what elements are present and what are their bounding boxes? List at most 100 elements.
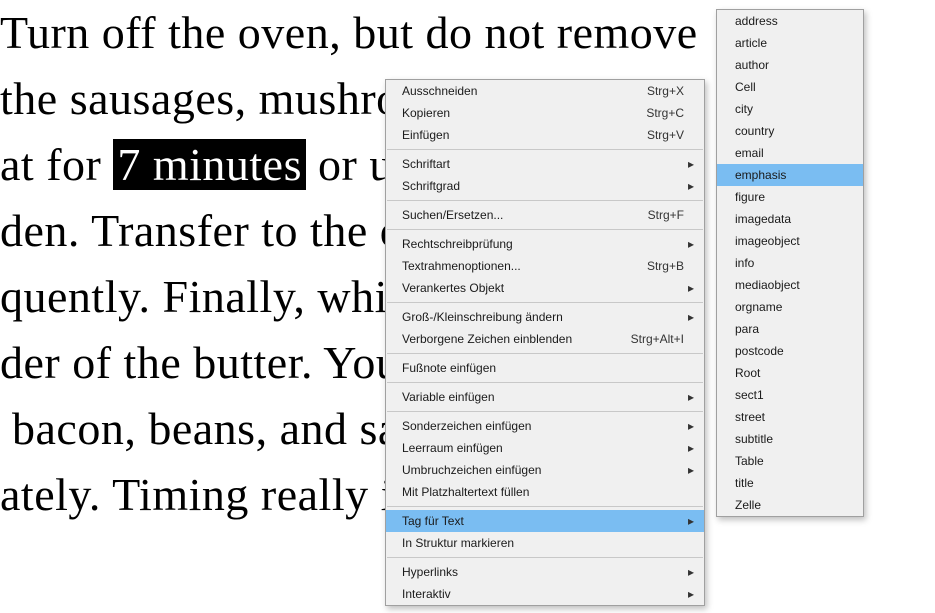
menu-item-label: Verborgene Zeichen einblenden: [402, 332, 607, 346]
submenu-item[interactable]: city: [717, 98, 863, 120]
menu-item-label: Schriftgrad: [402, 179, 684, 193]
menu-separator: [387, 411, 703, 412]
submenu-item-label: country: [735, 124, 851, 138]
menu-separator: [387, 149, 703, 150]
menu-item[interactable]: Umbruchzeichen einfügen▸: [386, 459, 704, 481]
submenu-arrow-icon: ▸: [684, 419, 694, 433]
submenu-arrow-icon: ▸: [684, 463, 694, 477]
submenu-arrow-icon: ▸: [684, 587, 694, 601]
menu-item-label: Rechtschreibprüfung: [402, 237, 684, 251]
submenu-item-label: orgname: [735, 300, 851, 314]
menu-item[interactable]: Interaktiv▸: [386, 583, 704, 605]
menu-item[interactable]: Sonderzeichen einfügen▸: [386, 415, 704, 437]
menu-separator: [387, 353, 703, 354]
submenu-item-label: para: [735, 322, 851, 336]
submenu-item[interactable]: figure: [717, 186, 863, 208]
submenu-item-label: article: [735, 36, 851, 50]
submenu-item[interactable]: address: [717, 10, 863, 32]
menu-item[interactable]: EinfügenStrg+V: [386, 124, 704, 146]
submenu-item[interactable]: author: [717, 54, 863, 76]
submenu-item[interactable]: postcode: [717, 340, 863, 362]
menu-item[interactable]: Leerraum einfügen▸: [386, 437, 704, 459]
menu-item-label: Tag für Text: [402, 514, 684, 528]
menu-separator: [387, 229, 703, 230]
menu-item[interactable]: Tag für Text▸: [386, 510, 704, 532]
menu-item[interactable]: Verborgene Zeichen einblendenStrg+Alt+I: [386, 328, 704, 350]
submenu-item[interactable]: street: [717, 406, 863, 428]
submenu-item[interactable]: imagedata: [717, 208, 863, 230]
submenu-item[interactable]: email: [717, 142, 863, 164]
menu-separator: [387, 200, 703, 201]
submenu-arrow-icon: ▸: [684, 157, 694, 171]
submenu-item[interactable]: sect1: [717, 384, 863, 406]
menu-item-shortcut: Strg+C: [622, 106, 684, 120]
submenu-item[interactable]: Zelle: [717, 494, 863, 516]
menu-item[interactable]: Schriftgrad▸: [386, 175, 704, 197]
menu-item-label: Suchen/Ersetzen...: [402, 208, 624, 222]
submenu-item[interactable]: country: [717, 120, 863, 142]
context-menu[interactable]: AusschneidenStrg+XKopierenStrg+CEinfügen…: [385, 79, 705, 606]
submenu-item-label: Table: [735, 454, 851, 468]
text-selection: 7 minutes: [113, 139, 306, 190]
submenu-item[interactable]: Root: [717, 362, 863, 384]
submenu-arrow-icon: ▸: [684, 310, 694, 324]
menu-item[interactable]: AusschneidenStrg+X: [386, 80, 704, 102]
menu-separator: [387, 506, 703, 507]
menu-item[interactable]: In Struktur markieren: [386, 532, 704, 554]
menu-item[interactable]: Textrahmenoptionen...Strg+B: [386, 255, 704, 277]
menu-item[interactable]: Schriftart▸: [386, 153, 704, 175]
submenu-item[interactable]: orgname: [717, 296, 863, 318]
submenu-arrow-icon: ▸: [684, 237, 694, 251]
menu-item-shortcut: Strg+V: [623, 128, 684, 142]
menu-item-label: Mit Platzhaltertext füllen: [402, 485, 684, 499]
submenu-item-label: mediaobject: [735, 278, 851, 292]
menu-item-label: Einfügen: [402, 128, 623, 142]
menu-item-label: Schriftart: [402, 157, 684, 171]
submenu-item-label: info: [735, 256, 851, 270]
menu-item[interactable]: Suchen/Ersetzen...Strg+F: [386, 204, 704, 226]
submenu-arrow-icon: ▸: [684, 441, 694, 455]
submenu-item[interactable]: emphasis: [717, 164, 863, 186]
menu-item-label: Interaktiv: [402, 587, 684, 601]
submenu-item-label: author: [735, 58, 851, 72]
submenu-item-label: Root: [735, 366, 851, 380]
menu-item[interactable]: Groß-/Kleinschreibung ändern▸: [386, 306, 704, 328]
submenu-item-label: address: [735, 14, 851, 28]
menu-item-shortcut: Strg+Alt+I: [607, 332, 684, 346]
menu-item-shortcut: Strg+F: [624, 208, 684, 222]
submenu-item-label: subtitle: [735, 432, 851, 446]
menu-item[interactable]: Verankertes Objekt▸: [386, 277, 704, 299]
menu-item[interactable]: Fußnote einfügen: [386, 357, 704, 379]
submenu-item-label: city: [735, 102, 851, 116]
submenu-item-label: imageobject: [735, 234, 851, 248]
tag-submenu[interactable]: address article author Cell city country email…: [716, 9, 864, 517]
menu-item[interactable]: KopierenStrg+C: [386, 102, 704, 124]
submenu-arrow-icon: ▸: [684, 565, 694, 579]
submenu-arrow-icon: ▸: [684, 179, 694, 193]
submenu-item-label: Cell: [735, 80, 851, 94]
submenu-item-label: imagedata: [735, 212, 851, 226]
menu-item-label: Fußnote einfügen: [402, 361, 684, 375]
menu-item-shortcut: Strg+B: [623, 259, 684, 273]
submenu-item[interactable]: para: [717, 318, 863, 340]
menu-item-shortcut: Strg+X: [623, 84, 684, 98]
menu-item-label: Hyperlinks: [402, 565, 684, 579]
submenu-item[interactable]: Cell: [717, 76, 863, 98]
menu-separator: [387, 302, 703, 303]
menu-item[interactable]: Hyperlinks▸: [386, 561, 704, 583]
submenu-item[interactable]: info: [717, 252, 863, 274]
menu-item-label: Variable einfügen: [402, 390, 684, 404]
submenu-item[interactable]: article: [717, 32, 863, 54]
menu-item[interactable]: Mit Platzhaltertext füllen: [386, 481, 704, 503]
submenu-item[interactable]: Table: [717, 450, 863, 472]
menu-item-label: Textrahmenoptionen...: [402, 259, 623, 273]
menu-item-label: Groß-/Kleinschreibung ändern: [402, 310, 684, 324]
submenu-item[interactable]: imageobject: [717, 230, 863, 252]
submenu-item[interactable]: title: [717, 472, 863, 494]
submenu-item[interactable]: subtitle: [717, 428, 863, 450]
menu-item-label: Verankertes Objekt: [402, 281, 684, 295]
menu-item[interactable]: Variable einfügen▸: [386, 386, 704, 408]
submenu-item-label: sect1: [735, 388, 851, 402]
menu-item[interactable]: Rechtschreibprüfung▸: [386, 233, 704, 255]
submenu-item[interactable]: mediaobject: [717, 274, 863, 296]
